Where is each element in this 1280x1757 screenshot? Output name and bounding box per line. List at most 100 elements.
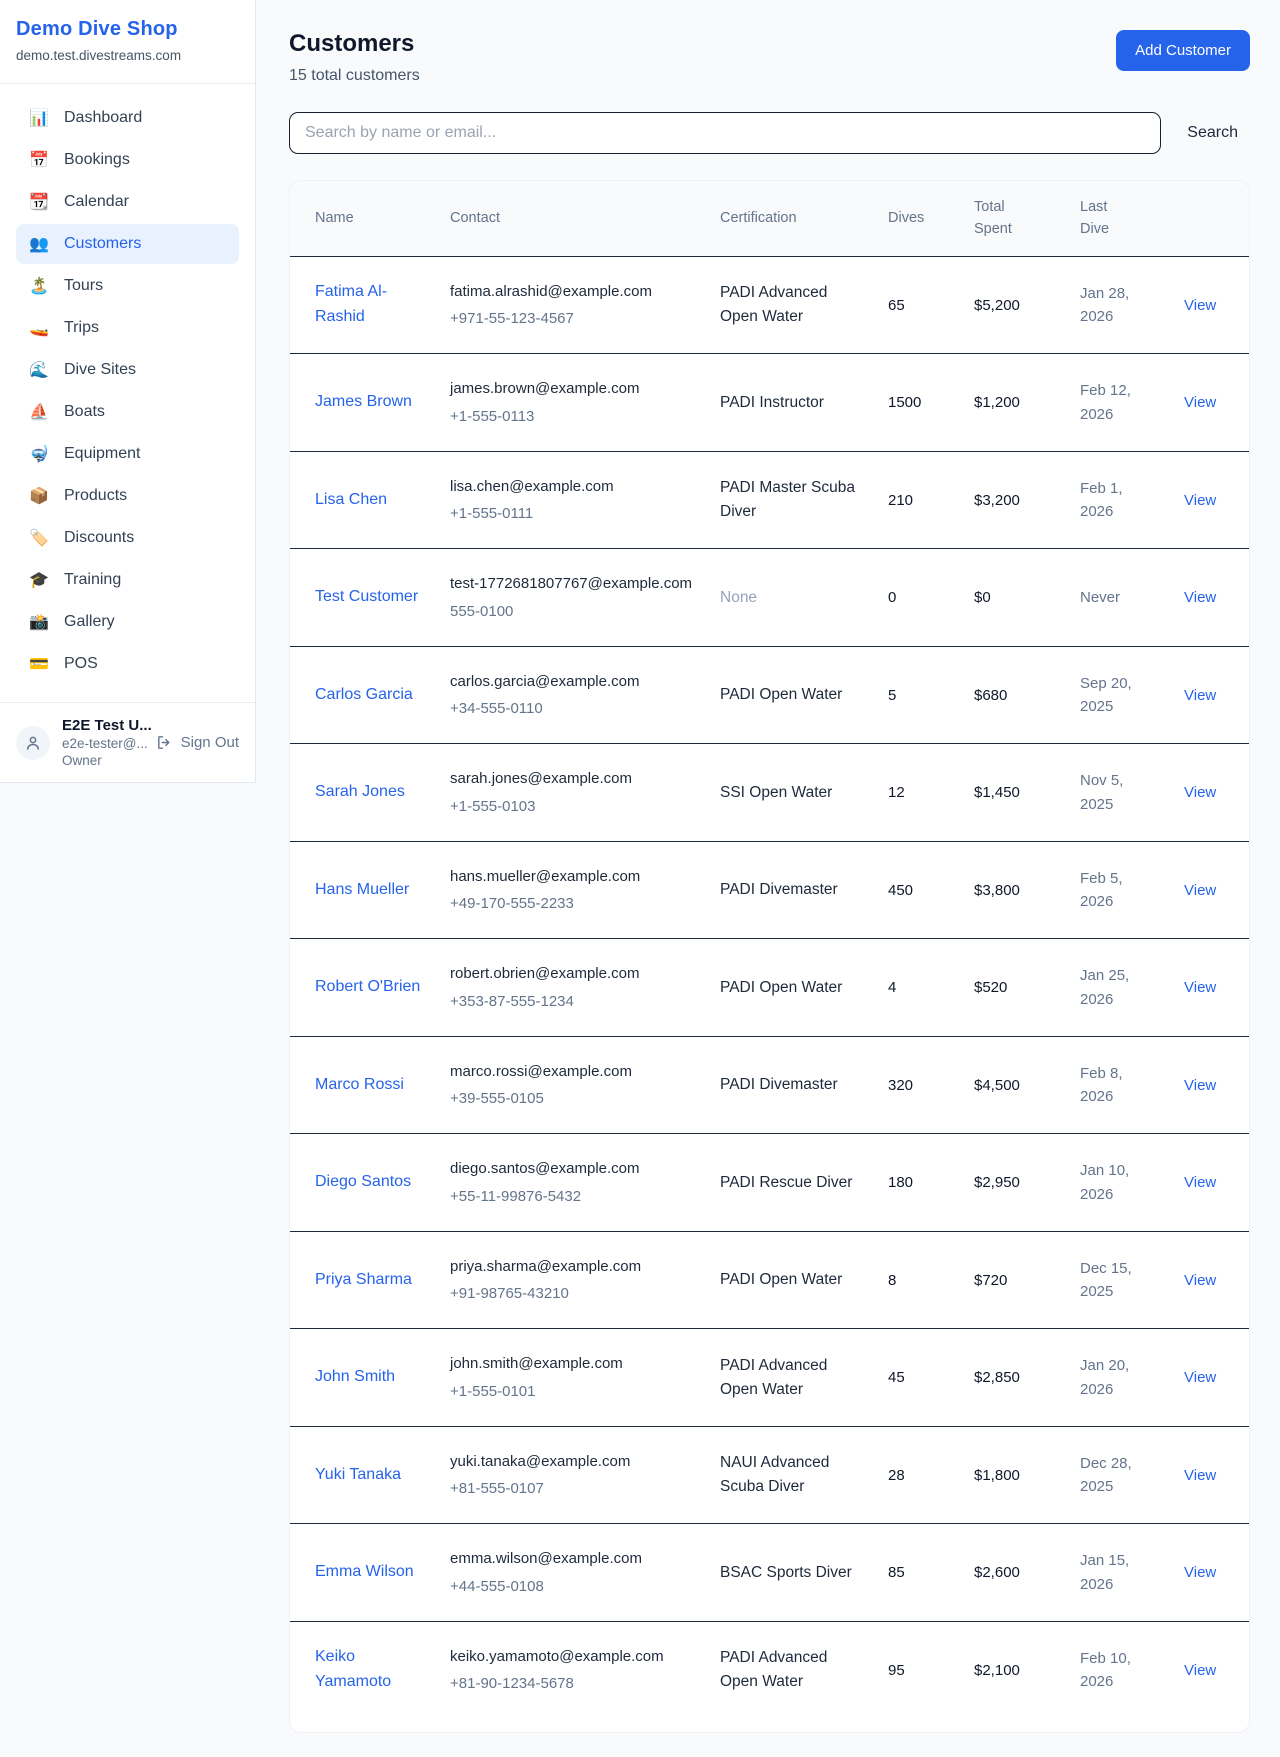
customer-dives: 12 [888,784,905,801]
customer-name-link[interactable]: James Brown [315,393,412,410]
customer-last-dive: Nov 5, 2025 [1080,772,1123,812]
customer-name-link[interactable]: Carlos Garcia [315,686,413,703]
avatar [16,726,50,760]
view-customer-link[interactable]: View [1184,394,1216,411]
customer-dives: 320 [888,1077,913,1094]
customer-name-link[interactable]: Yuki Tanaka [315,1466,401,1483]
sidebar-nav-item[interactable]: 📦 Products [16,476,239,516]
sidebar-nav-item[interactable]: 💳 POS [16,644,239,684]
customer-last-dive: Feb 8, 2026 [1080,1065,1123,1105]
customer-name-link[interactable]: Diego Santos [315,1173,411,1190]
customer-phone: +49-170-555-2233 [450,892,696,915]
customer-last-dive: Dec 15, 2025 [1080,1260,1132,1300]
sign-out-button[interactable]: Sign Out [156,734,239,751]
sidebar-nav-item[interactable]: 🌊 Dive Sites [16,350,239,390]
search-button[interactable]: Search [1175,116,1250,150]
customer-name-link[interactable]: Sarah Jones [315,783,405,800]
customer-total-spent: $520 [974,979,1007,996]
customer-certification: PADI Open Water [720,686,842,703]
customer-name-link[interactable]: John Smith [315,1368,395,1385]
page-title: Customers [289,30,420,58]
customer-email: sarah.jones@example.com [450,767,696,790]
customer-name-link[interactable]: Marco Rossi [315,1076,404,1093]
nav-item-label: Trips [64,319,99,337]
view-customer-link[interactable]: View [1184,589,1216,606]
view-customer-link[interactable]: View [1184,492,1216,509]
view-customer-link[interactable]: View [1184,1662,1216,1679]
view-customer-link[interactable]: View [1184,1272,1216,1289]
nav-item-label: Tours [64,277,103,295]
sign-out-label: Sign Out [181,734,239,751]
customer-dives: 8 [888,1272,896,1289]
camera-icon: 📸 [29,612,49,632]
add-customer-button[interactable]: Add Customer [1116,30,1250,71]
customer-name-link[interactable]: Fatima Al-Rashid [315,283,387,325]
table-row: Test Customer test-1772681807767@example… [290,549,1250,647]
customer-name-link[interactable]: Keiko Yamamoto [315,1648,391,1690]
sailboat-icon: ⛵ [29,402,49,422]
sign-out-icon [156,734,173,751]
view-customer-link[interactable]: View [1184,1467,1216,1484]
sidebar-nav-item[interactable]: 📊 Dashboard [16,98,239,138]
view-customer-link[interactable]: View [1184,1369,1216,1386]
customer-email: keiko.yamamoto@example.com [450,1645,696,1668]
customer-total-spent: $1,800 [974,1467,1020,1484]
view-customer-link[interactable]: View [1184,784,1216,801]
view-customer-link[interactable]: View [1184,1077,1216,1094]
customer-certification: PADI Divemaster [720,1076,838,1093]
sidebar-nav-item[interactable]: 🏷️ Discounts [16,518,239,558]
shop-domain: demo.test.divestreams.com [16,48,239,63]
table-body: Fatima Al-Rashid fatima.alrashid@example… [290,256,1250,1718]
customer-certification: PADI Master Scuba Diver [720,479,855,520]
customer-name-link[interactable]: Robert O'Brien [315,978,420,995]
search-input[interactable] [289,112,1161,154]
customer-certification: NAUI Advanced Scuba Diver [720,1454,829,1495]
customer-dives: 4 [888,979,896,996]
customer-email: marco.rossi@example.com [450,1060,696,1083]
sidebar-nav-item[interactable]: 📆 Calendar [16,182,239,222]
view-customer-link[interactable]: View [1184,882,1216,899]
customer-total-spent: $5,200 [974,297,1020,314]
customer-name-link[interactable]: Lisa Chen [315,491,387,508]
customer-name-link[interactable]: Priya Sharma [315,1271,412,1288]
customer-name-link[interactable]: Test Customer [315,588,418,605]
sidebar-nav-item[interactable]: 📸 Gallery [16,602,239,642]
customer-name-link[interactable]: Hans Mueller [315,881,409,898]
user-info: E2E Test U... e2e-tester@... Owner [62,717,144,768]
sidebar-nav-item[interactable]: 🏝️ Tours [16,266,239,306]
user-section: E2E Test U... e2e-tester@... Owner Sign … [0,702,255,782]
sidebar-nav-item[interactable]: 🚤 Trips [16,308,239,348]
table-row: Carlos Garcia carlos.garcia@example.com … [290,646,1250,744]
customer-last-dive: Feb 12, 2026 [1080,382,1131,422]
customer-last-dive: Feb 1, 2026 [1080,480,1123,520]
col-header-total-spent: Total Spent [962,181,1068,256]
sidebar-nav-item[interactable]: 📅 Bookings [16,140,239,180]
customer-total-spent: $3,800 [974,882,1020,899]
sidebar-nav-item[interactable]: ⛵ Boats [16,392,239,432]
customer-last-dive: Jan 25, 2026 [1080,967,1129,1007]
nav-item-label: Products [64,487,127,505]
sidebar-nav-item[interactable]: 🎓 Training [16,560,239,600]
customer-email: james.brown@example.com [450,377,696,400]
sidebar-header: Demo Dive Shop demo.test.divestreams.com [0,0,255,84]
customer-total-spent: $4,500 [974,1077,1020,1094]
view-customer-link[interactable]: View [1184,1564,1216,1581]
nav-item-label: Discounts [64,529,134,547]
view-customer-link[interactable]: View [1184,979,1216,996]
customer-name-link[interactable]: Emma Wilson [315,1563,414,1580]
calendar-17-icon: 📅 [29,150,49,170]
view-customer-link[interactable]: View [1184,1174,1216,1191]
table-row: Lisa Chen lisa.chen@example.com +1-555-0… [290,451,1250,549]
table-header: Name Contact Certification Dives Total S… [290,181,1250,256]
customer-phone: +81-555-0107 [450,1477,696,1500]
view-customer-link[interactable]: View [1184,297,1216,314]
customer-phone: +1-555-0113 [450,405,696,428]
customer-dives: 45 [888,1369,905,1386]
view-customer-link[interactable]: View [1184,687,1216,704]
sidebar-nav-item[interactable]: 👥 Customers [16,224,239,264]
customer-dives: 28 [888,1467,905,1484]
customer-last-dive: Dec 28, 2025 [1080,1455,1132,1495]
sidebar-nav-item[interactable]: 🤿 Equipment [16,434,239,474]
customer-dives: 85 [888,1564,905,1581]
customer-email: hans.mueller@example.com [450,865,696,888]
